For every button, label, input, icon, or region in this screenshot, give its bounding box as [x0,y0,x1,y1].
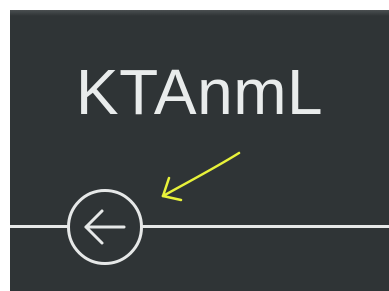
device-screen: KTAnmL [10,10,389,291]
screen-top-edge [10,10,389,16]
arrow-left-icon [84,209,126,245]
annotation-arrow-icon [161,151,241,202]
back-button[interactable] [67,189,143,265]
page-title: KTAnmL [75,56,324,128]
